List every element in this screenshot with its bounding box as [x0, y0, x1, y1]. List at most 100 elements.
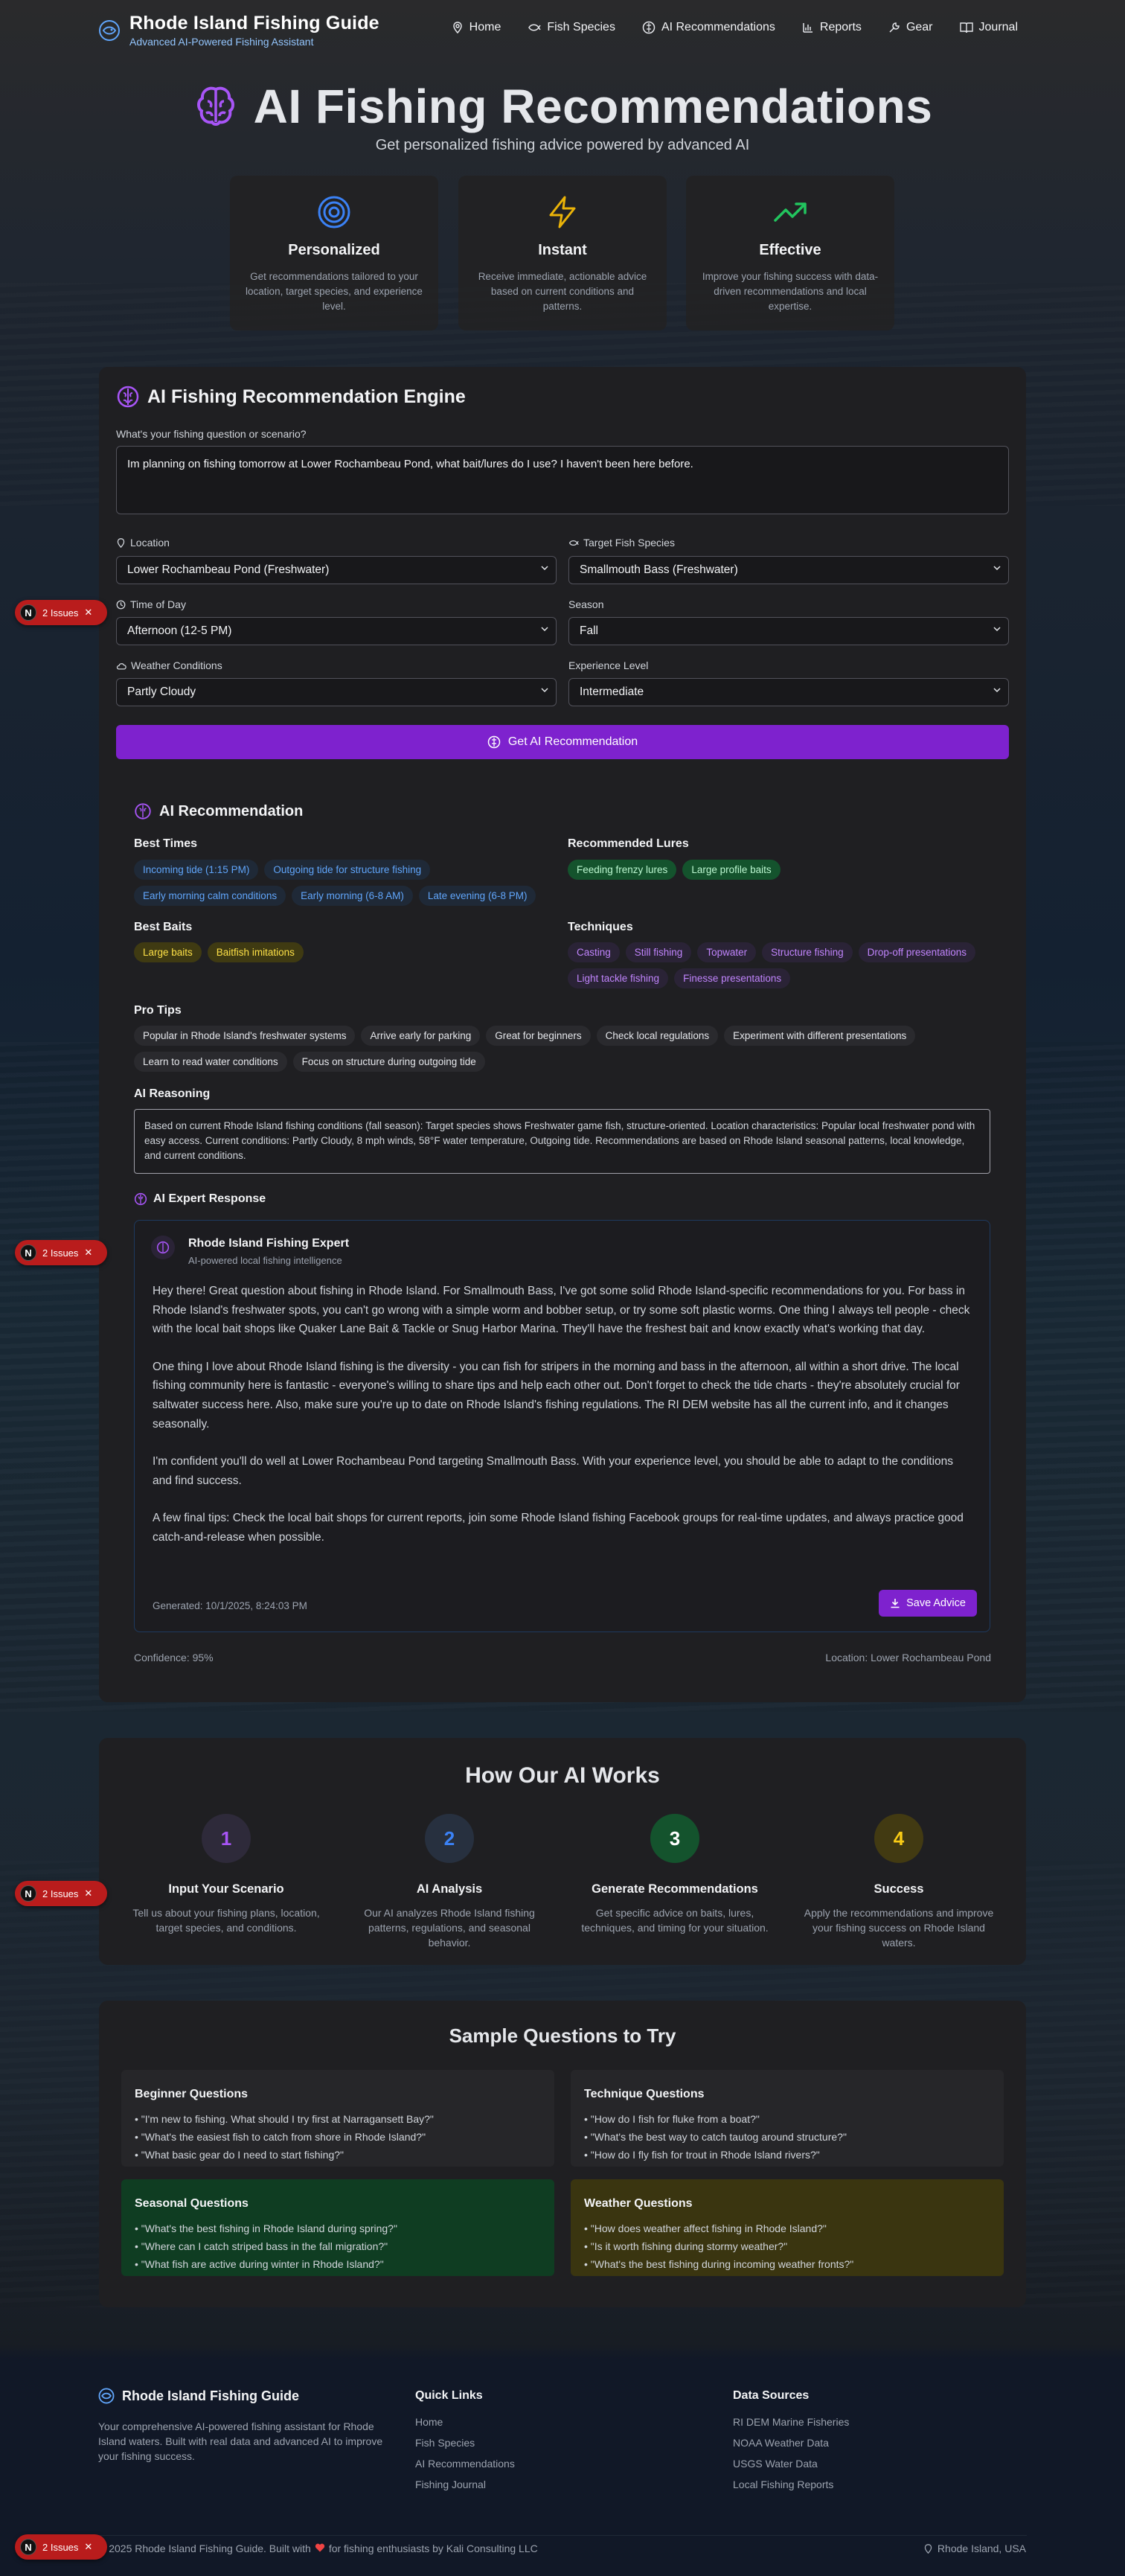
step-title: Generate Recommendations	[592, 1882, 758, 1896]
footer-link[interactable]: USGS Water Data	[733, 2453, 849, 2474]
species-label: Target Fish Species	[568, 537, 675, 549]
samples-title: Sample Questions to Try	[449, 2024, 676, 2047]
nav-journal[interactable]: Journal	[959, 21, 1018, 34]
step-4: 4 Success Apply the recommendations and …	[798, 1814, 999, 1950]
footer-quick-links-title: Quick Links	[415, 2389, 483, 2402]
top-navigation: Rhode Island Fishing Guide Advanced AI-P…	[0, 0, 1125, 63]
map-pin-icon	[924, 2543, 932, 2554]
sample-question[interactable]: • "I'm new to fishing. What should I try…	[135, 2110, 541, 2128]
hero-heading: AI Fishing Recommendations	[0, 79, 1125, 134]
experience-select[interactable]: Intermediate	[568, 678, 1009, 706]
footer-link[interactable]: RI DEM Marine Fisheries	[733, 2412, 849, 2432]
footer-link[interactable]: AI Recommendations	[415, 2453, 515, 2474]
close-icon[interactable]: ✕	[84, 607, 92, 619]
sample-question[interactable]: • "How does weather affect fishing in Rh…	[584, 2219, 990, 2237]
location-select-value: Lower Rochambeau Pond (Freshwater)	[127, 563, 330, 576]
issues-badge[interactable]: N 2 Issues ✕	[15, 1881, 107, 1906]
tag: Still fishing	[625, 942, 692, 962]
tag: Arrive early for parking	[361, 1026, 481, 1046]
sample-group-title: Technique Questions	[584, 2088, 705, 2100]
tag: Early morning calm conditions	[134, 886, 286, 906]
question-label: What's your fishing question or scenario…	[116, 428, 307, 440]
sample-question[interactable]: • "Where can I catch striped bass in the…	[135, 2237, 541, 2255]
footer-link[interactable]: Home	[415, 2412, 515, 2432]
species-select[interactable]: Smallmouth Bass (Freshwater)	[568, 556, 1009, 584]
footer-link[interactable]: NOAA Weather Data	[733, 2432, 849, 2453]
sample-group-weather: Weather Questions • "How does weather af…	[571, 2179, 1004, 2276]
step-title: AI Analysis	[416, 1882, 483, 1896]
brand-subtitle: Advanced AI-Powered Fishing Assistant	[129, 36, 314, 48]
step-text: Get specific advice on baits, lures, tec…	[581, 1907, 769, 1934]
nav-home[interactable]: Home	[452, 21, 501, 34]
footer-divider	[98, 2535, 1027, 2536]
step-text: Our AI analyzes Rhode Island fishing pat…	[364, 1907, 535, 1949]
feature-text: Improve your fishing success with data-d…	[702, 271, 879, 312]
get-recommendation-button[interactable]: Get AI Recommendation	[116, 725, 1009, 759]
sample-question[interactable]: • "How do I fly fish for trout in Rhode …	[584, 2146, 990, 2164]
expert-subtitle: AI-powered local fishing intelligence	[188, 1255, 342, 1266]
save-advice-button[interactable]: Save Advice	[879, 1590, 977, 1617]
nav-journal-label: Journal	[978, 21, 1018, 33]
weather-label: Weather Conditions	[116, 659, 222, 671]
footer-link[interactable]: Fish Species	[415, 2432, 515, 2453]
book-icon	[959, 22, 973, 33]
recommendation-engine-card: AI Fishing Recommendation Engine What's …	[99, 367, 1026, 1702]
nav-fish-species-label: Fish Species	[547, 21, 615, 33]
sample-question[interactable]: • "What fish are active during winter in…	[135, 2255, 541, 2273]
tag: Great for beginners	[486, 1026, 591, 1046]
brain-icon	[156, 1241, 170, 1254]
issues-badge[interactable]: N 2 Issues ✕	[15, 1240, 107, 1265]
issues-badge[interactable]: N 2 Issues ✕	[15, 2534, 107, 2560]
nav-fish-species[interactable]: Fish Species	[528, 21, 615, 34]
step-number: 1	[202, 1814, 251, 1863]
lures-list: Feeding frenzy lures Large profile baits	[568, 860, 992, 880]
weather-select[interactable]: Partly Cloudy	[116, 678, 557, 706]
close-icon[interactable]: ✕	[84, 1247, 92, 1259]
get-recommendation-label: Get AI Recommendation	[507, 735, 638, 748]
nav-reports-label: Reports	[819, 21, 862, 33]
close-icon[interactable]: ✕	[84, 1888, 92, 1899]
sample-question[interactable]: • "How do I fish for fluke from a boat?"	[584, 2110, 990, 2128]
issues-badge[interactable]: N 2 Issues ✕	[15, 600, 107, 625]
brain-icon	[134, 1192, 147, 1206]
nav-reports[interactable]: Reports	[802, 21, 862, 34]
feature-text: Get recommendations tailored to your loc…	[246, 271, 423, 312]
tag: Focus on structure during outgoing tide	[292, 1052, 485, 1072]
brain-icon	[487, 735, 501, 749]
sample-question[interactable]: • "Is it worth fishing during stormy wea…	[584, 2237, 990, 2255]
tag: Finesse presentations	[674, 968, 791, 988]
issues-badge-label: 2 Issues	[42, 607, 79, 619]
recommendation-title: AI Recommendation	[159, 802, 304, 819]
footer-data-sources-title: Data Sources	[733, 2389, 810, 2402]
nav-ai-recommendations[interactable]: AI Recommendations	[642, 21, 775, 34]
expert-avatar	[151, 1236, 175, 1259]
sample-question[interactable]: • "What's the best fishing during incomi…	[584, 2255, 990, 2273]
nav-gear[interactable]: Gear	[888, 21, 933, 34]
tag: Baitfish imitations	[207, 942, 304, 962]
tag: Light tackle fishing	[568, 968, 669, 988]
clock-icon	[116, 600, 126, 609]
season-select[interactable]: Fall	[568, 617, 1009, 645]
lures-heading: Recommended Lures	[568, 837, 689, 850]
sample-question[interactable]: • "What's the best fishing in Rhode Isla…	[135, 2219, 541, 2237]
sample-question[interactable]: • "What's the best way to catch tautog a…	[584, 2128, 990, 2146]
time-select[interactable]: Afternoon (12-5 PM)	[116, 617, 557, 645]
fish-logo-icon	[99, 19, 120, 41]
hero-title: AI Fishing Recommendations	[253, 80, 933, 133]
time-label-text: Time of Day	[130, 598, 186, 610]
question-textarea[interactable]: Im planning on fishing tomorrow at Lower…	[116, 446, 1009, 514]
close-icon[interactable]: ✕	[84, 2541, 92, 2553]
sample-question[interactable]: • "What's the easiest fish to catch from…	[135, 2128, 541, 2146]
tag: Large baits	[134, 942, 202, 962]
sample-group-seasonal: Seasonal Questions • "What's the best fi…	[121, 2179, 554, 2276]
sample-question[interactable]: • "What basic gear do I need to start fi…	[135, 2146, 541, 2164]
feature-card-effective: Effective Improve your fishing success w…	[686, 176, 894, 330]
footer-link[interactable]: Local Fishing Reports	[733, 2474, 849, 2495]
location-select[interactable]: Lower Rochambeau Pond (Freshwater)	[116, 556, 557, 584]
tag: Feeding frenzy lures	[568, 860, 677, 880]
brand[interactable]: Rhode Island Fishing Guide Advanced AI-P…	[98, 13, 379, 48]
cloud-sun-icon	[116, 662, 126, 670]
footer-about: Your comprehensive AI-powered fishing as…	[98, 2420, 383, 2462]
footer-link[interactable]: Fishing Journal	[415, 2474, 515, 2495]
time-select-value: Afternoon (12-5 PM)	[127, 624, 232, 637]
